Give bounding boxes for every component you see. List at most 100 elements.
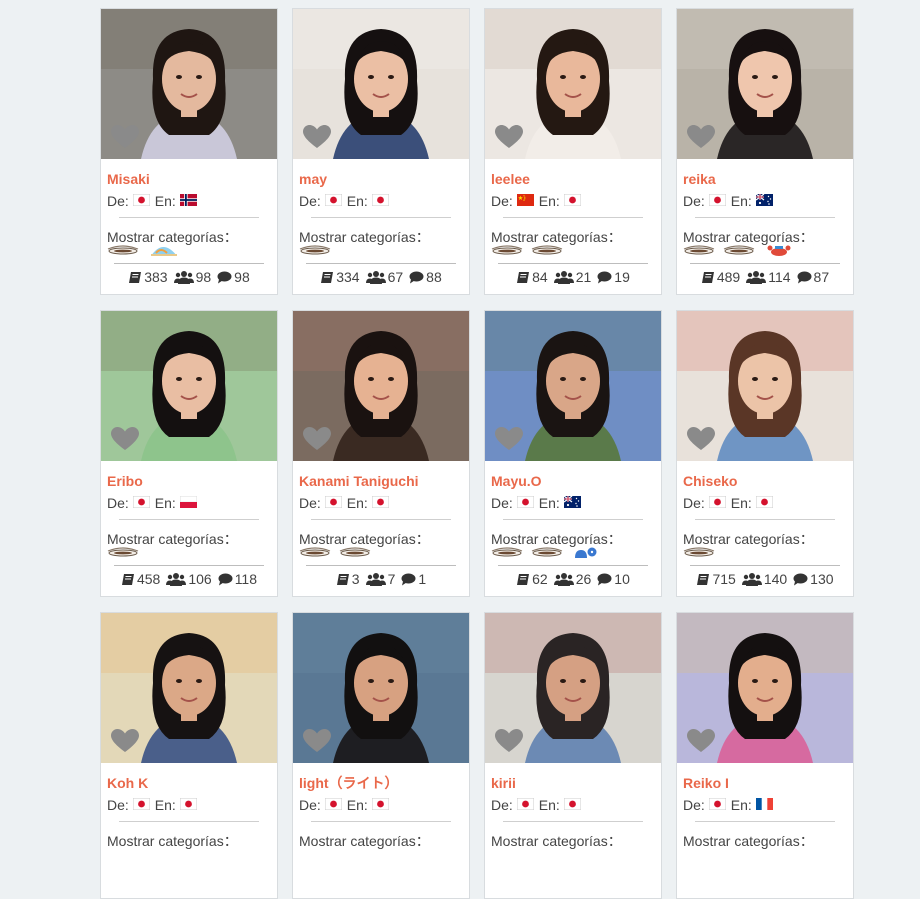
- tutor-card[interactable]: leelee De: En: Mostrar categorías： 84 21 19: [484, 8, 662, 295]
- favorite-heart-icon[interactable]: [111, 729, 139, 753]
- reviews-stat[interactable]: 87: [797, 269, 829, 285]
- users-icon: [553, 270, 576, 284]
- favorite-heart-icon[interactable]: [687, 427, 715, 451]
- favorite-heart-icon[interactable]: [111, 427, 139, 451]
- reviews-stat[interactable]: 118: [218, 571, 257, 587]
- to-label: En:: [346, 797, 368, 813]
- tutor-card[interactable]: reika De: En: Mostrar categorías： 489 114 87: [676, 8, 854, 295]
- tutor-photo[interactable]: [485, 311, 661, 461]
- tutor-name[interactable]: Mayu.O: [491, 473, 661, 489]
- to-label: En:: [346, 193, 368, 209]
- flag-jp-icon: [516, 495, 534, 511]
- lessons-stat[interactable]: 334: [320, 269, 360, 285]
- tutor-card[interactable]: Misaki De: En: Mostrar categorías： 383 98 98: [100, 8, 278, 295]
- reviews-stat[interactable]: 19: [597, 269, 630, 285]
- tutor-photo[interactable]: [293, 311, 469, 461]
- flag-pl-icon: [179, 495, 197, 511]
- flag-jp-icon: [371, 193, 389, 209]
- favorite-heart-icon[interactable]: [495, 427, 523, 451]
- flag-jp-icon: [132, 495, 150, 511]
- students-stat[interactable]: 106: [166, 571, 212, 587]
- favorite-heart-icon[interactable]: [687, 125, 715, 149]
- tutor-card[interactable]: Kanami Taniguchi De: En: Mostrar categorías…: [292, 310, 470, 597]
- tutor-card[interactable]: Chiseko De: En: Mostrar categorías： 715 140 13…: [676, 310, 854, 597]
- tutor-name[interactable]: light（ライト）: [299, 775, 469, 791]
- tutor-photo[interactable]: [101, 311, 277, 461]
- tutor-stats: 334 67 88: [293, 269, 469, 285]
- reviews-stat[interactable]: 88: [409, 269, 442, 285]
- category-icons: [107, 245, 277, 261]
- lessons-stat[interactable]: 489: [701, 269, 740, 285]
- tutor-card[interactable]: Koh K De: En: Mostrar categorías：: [100, 612, 278, 899]
- tutor-photo[interactable]: [677, 311, 853, 461]
- tutor-card[interactable]: Mayu.O De: En: Mostrar categorías： 62 26 10: [484, 310, 662, 597]
- users-icon: [166, 572, 188, 586]
- flag-jp-icon: [755, 495, 773, 511]
- tutor-name[interactable]: leelee: [491, 171, 661, 187]
- divider: [114, 263, 264, 264]
- categories-label[interactable]: Mostrar categorías：: [107, 833, 277, 849]
- students-stat[interactable]: 114: [746, 269, 791, 285]
- students-stat[interactable]: 26: [553, 571, 591, 587]
- lessons-count: 383: [144, 269, 168, 285]
- category-icons: [683, 245, 853, 261]
- favorite-heart-icon[interactable]: [303, 729, 331, 753]
- lessons-count: 489: [716, 269, 741, 285]
- tutor-name[interactable]: Misaki: [107, 171, 277, 187]
- favorite-heart-icon[interactable]: [495, 125, 523, 149]
- reviews-stat[interactable]: 1: [401, 571, 426, 587]
- tutor-name[interactable]: Kanami Taniguchi: [299, 473, 469, 489]
- tutor-photo[interactable]: [293, 9, 469, 159]
- favorite-heart-icon[interactable]: [303, 427, 331, 451]
- favorite-heart-icon[interactable]: [303, 125, 331, 149]
- tutor-photo[interactable]: [101, 613, 277, 763]
- tutor-card[interactable]: may De: En: Mostrar categorías： 334 67 88: [292, 8, 470, 295]
- lessons-stat[interactable]: 383: [128, 269, 168, 285]
- lessons-stat[interactable]: 715: [696, 571, 736, 587]
- students-stat[interactable]: 98: [173, 269, 211, 285]
- lessons-count: 3: [351, 571, 360, 587]
- tutor-card[interactable]: kirii De: En: Mostrar categorías：: [484, 612, 662, 899]
- tutor-photo[interactable]: [677, 613, 853, 763]
- category-icons: [491, 245, 661, 261]
- reviews-stat[interactable]: 98: [217, 269, 250, 285]
- tutor-name[interactable]: Reiko I: [683, 775, 853, 791]
- students-stat[interactable]: 7: [365, 571, 395, 587]
- categories-label[interactable]: Mostrar categorías：: [491, 833, 661, 849]
- tutor-name[interactable]: may: [299, 171, 469, 187]
- students-stat[interactable]: 140: [741, 571, 787, 587]
- tutor-photo[interactable]: [485, 613, 661, 763]
- tutor-photo[interactable]: [101, 9, 277, 159]
- students-stat[interactable]: 67: [365, 269, 403, 285]
- tutor-name[interactable]: reika: [683, 171, 853, 187]
- lessons-stat[interactable]: 3: [336, 571, 360, 587]
- reviews-stat[interactable]: 10: [597, 571, 630, 587]
- lessons-stat[interactable]: 458: [121, 571, 160, 587]
- favorite-heart-icon[interactable]: [111, 125, 139, 149]
- tutor-card[interactable]: light（ライト） De: En: Mostrar categorías：: [292, 612, 470, 899]
- tutor-name[interactable]: Chiseko: [683, 473, 853, 489]
- tutor-photo[interactable]: [293, 613, 469, 763]
- favorite-heart-icon[interactable]: [495, 729, 523, 753]
- tutor-languages: De: En:: [491, 193, 661, 209]
- categories-label[interactable]: Mostrar categorías：: [299, 833, 469, 849]
- tutor-photo[interactable]: [677, 9, 853, 159]
- tutor-name[interactable]: kirii: [491, 775, 661, 791]
- tutor-name[interactable]: Koh K: [107, 775, 277, 791]
- divider: [114, 565, 264, 566]
- tutor-name[interactable]: Eribo: [107, 473, 277, 489]
- divider: [306, 565, 456, 566]
- lessons-stat[interactable]: 62: [516, 571, 548, 587]
- book-icon: [516, 573, 532, 586]
- students-stat[interactable]: 21: [553, 269, 591, 285]
- from-label: De:: [107, 495, 129, 511]
- divider: [119, 217, 259, 218]
- categories-label[interactable]: Mostrar categorías：: [683, 833, 853, 849]
- divider: [690, 565, 840, 566]
- lessons-stat[interactable]: 84: [516, 269, 548, 285]
- tutor-photo[interactable]: [485, 9, 661, 159]
- favorite-heart-icon[interactable]: [687, 729, 715, 753]
- reviews-stat[interactable]: 130: [793, 571, 834, 587]
- tutor-card[interactable]: Eribo De: En: Mostrar categorías： 458 106 118: [100, 310, 278, 597]
- tutor-card[interactable]: Reiko I De: En: Mostrar categorías：: [676, 612, 854, 899]
